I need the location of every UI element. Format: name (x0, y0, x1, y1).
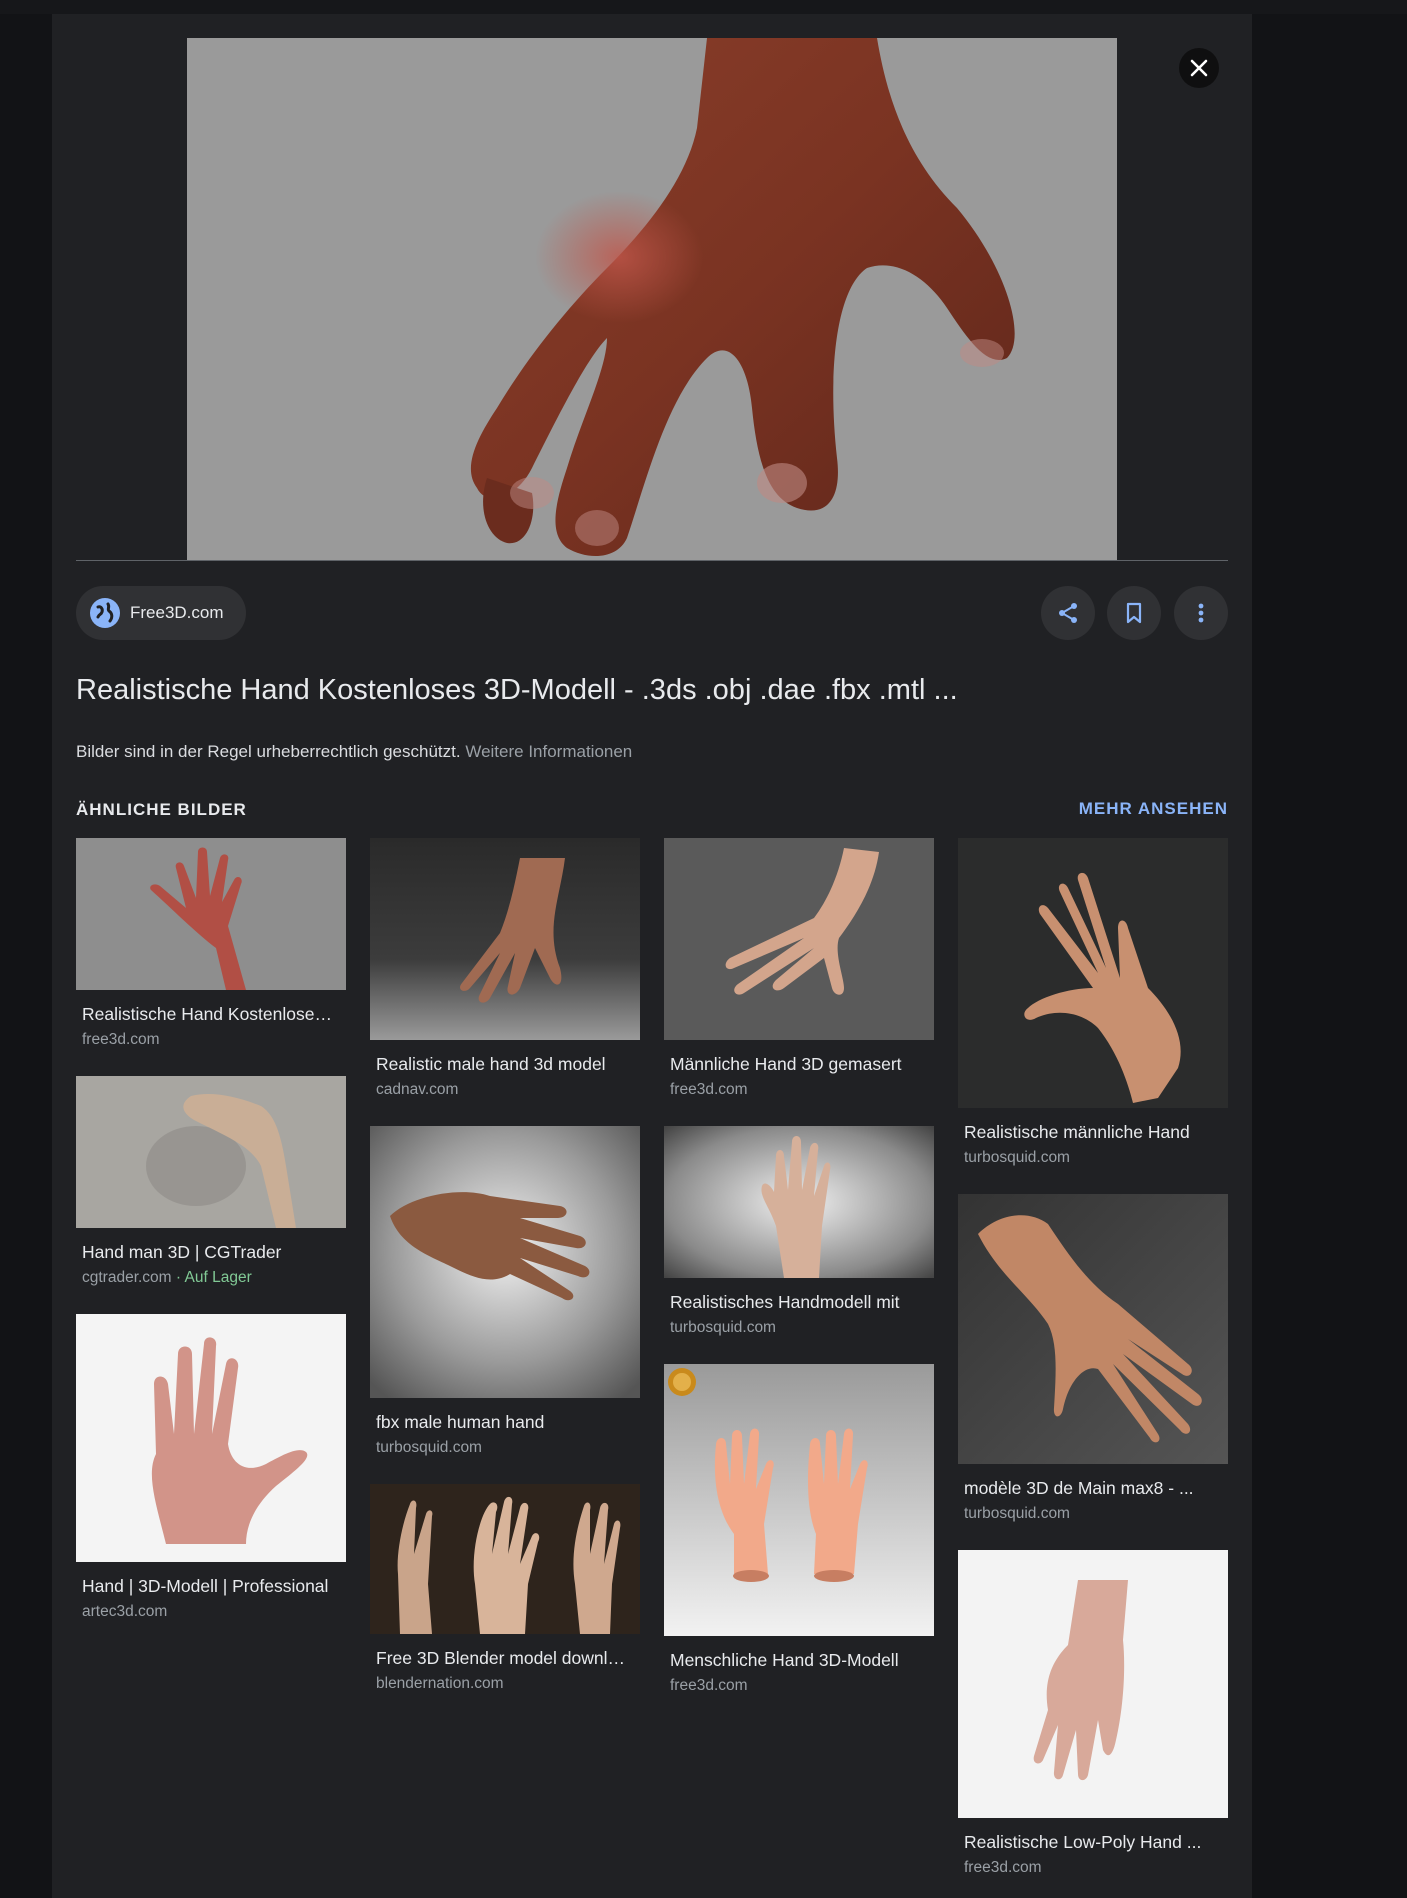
card-domain: free3d.com (670, 1081, 748, 1098)
thumbnail (76, 1076, 346, 1228)
thumbnail (664, 1364, 934, 1636)
window-top-bar (0, 0, 1407, 14)
thumbnail (958, 838, 1228, 1108)
preview-image[interactable] (187, 38, 1117, 560)
save-button[interactable] (1107, 586, 1161, 640)
globe-icon (90, 598, 120, 628)
similar-image-card[interactable]: Realistic male hand 3d model cadnav.com (370, 838, 640, 1099)
similar-image-card[interactable]: Hand | 3D-Modell | Professional artec3d.… (76, 1314, 346, 1621)
card-domain: turbosquid.com (964, 1149, 1070, 1166)
card-domain: free3d.com (670, 1677, 748, 1694)
divider (76, 560, 1228, 561)
thumbnail (664, 838, 934, 1040)
similar-image-card[interactable]: Realistische Hand Kostenloses 3D-Modell … (76, 838, 346, 1049)
stock-label: Auf Lager (184, 1269, 252, 1286)
similar-image-card[interactable]: Free 3D Blender model download blenderna… (370, 1484, 640, 1693)
card-domain: free3d.com (964, 1859, 1042, 1876)
card-title: Hand man 3D | CGTrader (82, 1242, 282, 1262)
bookmark-icon (1126, 602, 1142, 624)
similar-image-card[interactable]: fbx male human hand turbosquid.com (370, 1126, 640, 1457)
thumbnail (664, 1126, 934, 1278)
see-more-link[interactable]: MEHR ANSEHEN (1079, 799, 1228, 819)
image-preview-panel: Free3D.com Realistische Hand Kostenloses… (52, 14, 1252, 1898)
image-title[interactable]: Realistische Hand Kostenloses 3D-Modell … (76, 674, 1226, 707)
share-icon (1059, 603, 1077, 623)
card-title: Realistische Low-Poly Hand ... (964, 1832, 1202, 1852)
thumbnail (958, 1550, 1228, 1818)
more-options-button[interactable] (1174, 586, 1228, 640)
card-domain: turbosquid.com (670, 1319, 776, 1336)
card-title: fbx male human hand (376, 1412, 545, 1432)
thumbnail (370, 1484, 640, 1634)
card-domain: turbosquid.com (964, 1505, 1070, 1522)
card-domain-row: cgtrader.com · Auf Lager (82, 1269, 340, 1287)
similar-image-card[interactable]: Männliche Hand 3D gemasert free3d.com (664, 838, 934, 1099)
card-title: Realistische männliche Hand (964, 1122, 1190, 1142)
stock-status: · Auf Lager (175, 1269, 252, 1286)
thumbnail (370, 1126, 640, 1398)
card-domain: blendernation.com (376, 1675, 504, 1692)
more-info-link[interactable]: Weitere Informationen (465, 742, 632, 761)
card-title: Realistic male hand 3d model (376, 1054, 606, 1074)
card-domain: cgtrader.com (82, 1269, 172, 1286)
source-chip[interactable]: Free3D.com (76, 586, 246, 640)
similar-image-card[interactable]: Menschliche Hand 3D-Modell free3d.com (664, 1364, 934, 1695)
hand-illustration (187, 38, 1117, 560)
card-title: Realistisches Handmodell mit (670, 1292, 900, 1312)
similar-image-card[interactable]: modèle 3D de Main max8 - ... turbosquid.… (958, 1194, 1228, 1523)
similar-image-card[interactable]: Realistische männliche Hand turbosquid.c… (958, 838, 1228, 1167)
close-icon (1190, 59, 1208, 77)
card-domain: free3d.com (82, 1031, 160, 1048)
share-button[interactable] (1041, 586, 1095, 640)
thumbnail (76, 1314, 346, 1562)
source-name: Free3D.com (130, 603, 224, 622)
similar-images-heading: ÄHNLICHE BILDER (76, 800, 247, 819)
card-title: Männliche Hand 3D gemasert (670, 1054, 902, 1074)
similar-image-card[interactable]: Hand man 3D | CGTrader cgtrader.com · Au… (76, 1076, 346, 1287)
thumbnail (370, 838, 640, 1040)
copyright-text: Bilder sind in der Regel urheberrechtlic… (76, 742, 461, 761)
thumbnail (76, 838, 346, 990)
card-title: Hand | 3D-Modell | Professional (82, 1576, 329, 1596)
card-title: Free 3D Blender model download (376, 1648, 634, 1668)
card-domain: turbosquid.com (376, 1439, 482, 1456)
card-domain: artec3d.com (82, 1603, 168, 1620)
thumbnail (958, 1194, 1228, 1464)
similar-image-card[interactable]: Realistisches Handmodell mit turbosquid.… (664, 1126, 934, 1337)
card-domain: cadnav.com (376, 1081, 459, 1098)
card-title: Menschliche Hand 3D-Modell (670, 1650, 899, 1670)
card-title: modèle 3D de Main max8 - ... (964, 1478, 1194, 1498)
close-button[interactable] (1179, 48, 1219, 88)
copyright-notice: Bilder sind in der Regel urheberrechtlic… (76, 742, 632, 762)
card-title: Realistische Hand Kostenloses 3D-Modell (82, 1004, 340, 1024)
more-vert-icon (1198, 603, 1204, 623)
similar-image-card[interactable]: Realistische Low-Poly Hand ... free3d.co… (958, 1550, 1228, 1877)
